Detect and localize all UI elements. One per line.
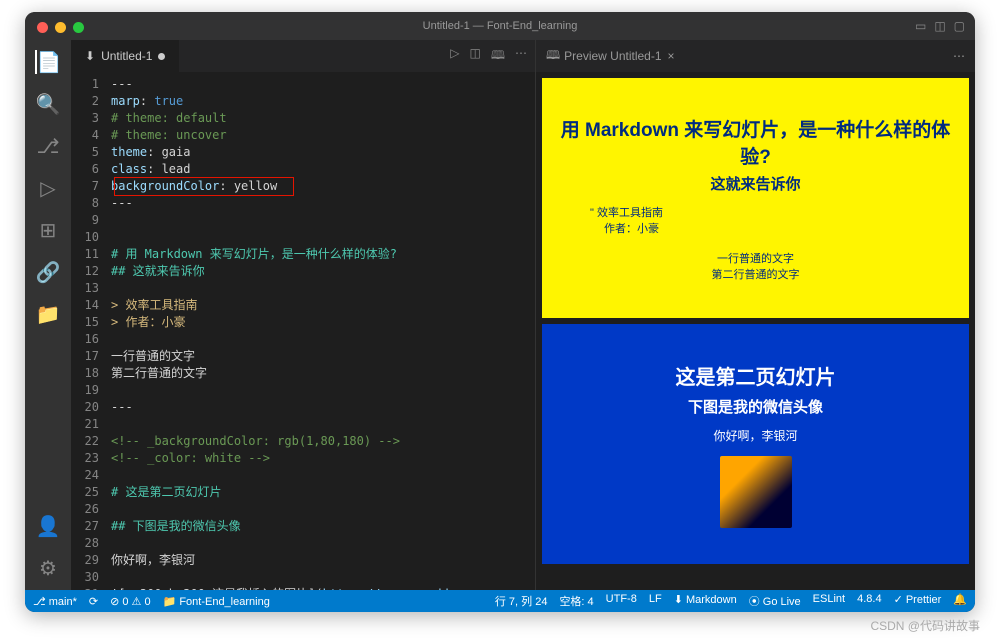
folder-icon[interactable]: 📁 bbox=[36, 302, 60, 326]
editor-tabs: ⬇ Untitled-1 ▷ ◫ 🕮 ⋯ bbox=[71, 40, 535, 72]
eol[interactable]: LF bbox=[649, 593, 662, 609]
git-branch[interactable]: ⎇ main* bbox=[33, 595, 77, 608]
slide-1: 用 Markdown 来写幻灯片，是一种什么样的体验? 这就来告诉你 " 效率工… bbox=[542, 78, 969, 318]
prettier[interactable]: ✓ Prettier bbox=[894, 593, 942, 609]
eslint[interactable]: ESLint bbox=[813, 593, 845, 609]
slide1-title: 用 Markdown 来写幻灯片，是一种什么样的体验? bbox=[560, 115, 951, 169]
close-window[interactable] bbox=[37, 22, 48, 33]
activity-bar: 📄 🔍 ⎇ ▷ ⊞ 🔗 📁 👤 ⚙ bbox=[25, 40, 71, 590]
slide1-quote: " 效率工具指南 作者：小豪 bbox=[590, 204, 663, 236]
more-icon[interactable]: ⋯ bbox=[953, 49, 965, 63]
encoding[interactable]: UTF-8 bbox=[606, 593, 637, 609]
markdown-icon: ⬇ bbox=[85, 49, 95, 63]
watermark: CSDN @代码讲故事 bbox=[870, 617, 980, 634]
slide2-text: 你好啊，李银河 bbox=[713, 427, 797, 444]
indentation[interactable]: 空格: 4 bbox=[559, 593, 593, 609]
slide2-subtitle: 下图是我的微信头像 bbox=[688, 396, 823, 417]
main-area: 📄 🔍 ⎇ ▷ ⊞ 🔗 📁 👤 ⚙ ⬇ Untitled-1 ▷ bbox=[25, 40, 975, 590]
source-control-icon[interactable]: ⎇ bbox=[36, 134, 60, 158]
slide-2: 这是第二页幻灯片 下图是我的微信头像 你好啊，李银河 bbox=[542, 324, 969, 564]
code-content[interactable]: ---marp: true# theme: default# theme: un… bbox=[111, 72, 495, 590]
version[interactable]: 4.8.4 bbox=[857, 593, 881, 609]
layout-icon[interactable]: ▭ bbox=[915, 12, 926, 40]
go-live[interactable]: ⦿ Go Live bbox=[749, 593, 801, 609]
vscode-window: Untitled-1 — Font-End_learning ▭ ◫ ▢ 📄 🔍… bbox=[25, 12, 975, 612]
account-icon[interactable]: 👤 bbox=[36, 514, 60, 538]
line-gutter: 1234567891011121314151617181920212223242… bbox=[71, 72, 111, 590]
folder-indicator[interactable]: 📁 Font-End_learning bbox=[163, 595, 270, 608]
language-mode[interactable]: ⬇ Markdown bbox=[674, 593, 737, 609]
minimap[interactable] bbox=[495, 72, 535, 590]
explorer-icon[interactable]: 📄 bbox=[35, 50, 59, 74]
run-debug-icon[interactable]: ▷ bbox=[36, 176, 60, 200]
link-icon[interactable]: 🔗 bbox=[36, 260, 60, 284]
preview-body: 用 Markdown 来写幻灯片，是一种什么样的体验? 这就来告诉你 " 效率工… bbox=[536, 72, 975, 590]
preview-pane: 🕮 Preview Untitled-1 × ⋯ 用 Markdown 来写幻灯… bbox=[535, 40, 975, 590]
slide1-body: 一行普通的文字 第二行普通的文字 bbox=[712, 250, 800, 282]
preview-icon[interactable]: 🕮 bbox=[491, 46, 505, 67]
layout-icon[interactable]: ▢ bbox=[954, 12, 965, 40]
slide2-title: 这是第二页幻灯片 bbox=[676, 361, 836, 390]
close-icon[interactable]: × bbox=[668, 49, 675, 63]
sync-icon[interactable]: ⟳ bbox=[89, 595, 98, 608]
tab-label: Untitled-1 bbox=[101, 49, 152, 63]
dirty-indicator bbox=[158, 53, 165, 60]
gear-icon[interactable]: ⚙ bbox=[36, 556, 60, 580]
cursor-position[interactable]: 行 7, 列 24 bbox=[495, 593, 548, 609]
preview-icon: 🕮 bbox=[546, 46, 560, 67]
layout-icon[interactable]: ◫ bbox=[934, 12, 945, 40]
search-icon[interactable]: 🔍 bbox=[36, 92, 60, 116]
preview-tab[interactable]: 🕮 Preview Untitled-1 × ⋯ bbox=[536, 40, 975, 72]
slide1-subtitle: 这就来告诉你 bbox=[710, 173, 800, 194]
split-icon[interactable]: ◫ bbox=[470, 46, 481, 67]
traffic-lights bbox=[37, 22, 84, 33]
avatar-image bbox=[720, 456, 792, 528]
window-title: Untitled-1 — Font-End_learning bbox=[423, 20, 578, 32]
more-icon[interactable]: ⋯ bbox=[515, 46, 527, 67]
status-bar: ⎇ main* ⟳ ⊘ 0 ⚠ 0 📁 Font-End_learning 行 … bbox=[25, 590, 975, 612]
bell-icon[interactable]: 🔔 bbox=[953, 593, 967, 609]
editor-group: ⬇ Untitled-1 ▷ ◫ 🕮 ⋯ 1234567891011121314… bbox=[71, 40, 535, 590]
extensions-icon[interactable]: ⊞ bbox=[36, 218, 60, 242]
preview-tab-label: Preview Untitled-1 bbox=[564, 49, 661, 63]
problems[interactable]: ⊘ 0 ⚠ 0 bbox=[110, 595, 150, 608]
run-icon[interactable]: ▷ bbox=[450, 46, 459, 67]
title-actions: ▭ ◫ ▢ bbox=[915, 12, 965, 40]
maximize-window[interactable] bbox=[73, 22, 84, 33]
editor-tab[interactable]: ⬇ Untitled-1 bbox=[71, 40, 180, 72]
titlebar: Untitled-1 — Font-End_learning ▭ ◫ ▢ bbox=[25, 12, 975, 40]
minimize-window[interactable] bbox=[55, 22, 66, 33]
editor-body[interactable]: 1234567891011121314151617181920212223242… bbox=[71, 72, 535, 590]
